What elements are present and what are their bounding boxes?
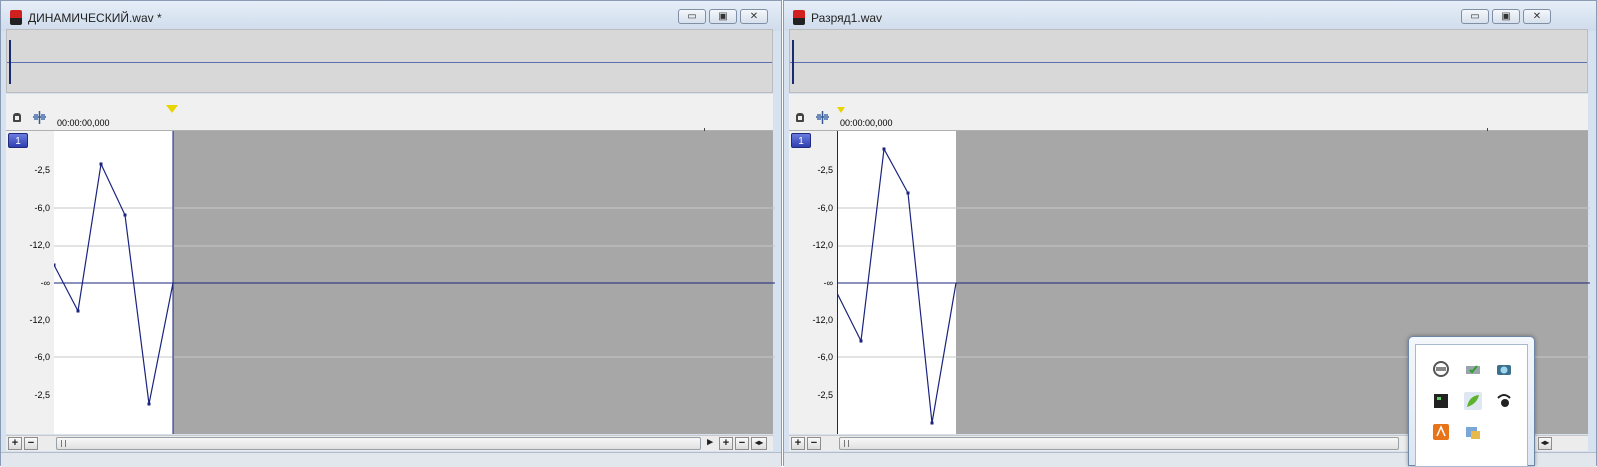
time-start-label: 00:00:00,000: [840, 118, 893, 128]
tray-overflow-popup: [1408, 336, 1535, 467]
channel-number-badge[interactable]: 1: [791, 133, 811, 148]
zoom-fit-button[interactable]: ◂▸: [751, 437, 767, 450]
scroll-thumb[interactable]: [839, 437, 1399, 450]
waveform-area[interactable]: [54, 131, 775, 434]
channel-track: 1 -2,5 -6,0 -12,0 -∞ -12,0 -6,0 -2,5: [6, 131, 775, 434]
audio-window-1: ДИНАМИЧЕСКИЙ.wav * ▭ ▣ ✕ 00:00:00,000 1 …: [0, 0, 782, 467]
scroll-thumb[interactable]: [56, 437, 701, 450]
title-bar[interactable]: ДИНАМИЧЕСКИЙ.wav * ▭ ▣ ✕: [1, 1, 781, 31]
audio-file-icon: [793, 10, 805, 25]
overview-center-line: [7, 62, 772, 63]
network-folder-icon[interactable]: [1464, 423, 1482, 441]
overview-bar[interactable]: [789, 29, 1588, 93]
tray-icons-panel: [1415, 344, 1528, 467]
overview-cursor: [792, 40, 794, 84]
leaf-app-icon[interactable]: [1464, 392, 1482, 410]
db-label: -∞: [40, 278, 50, 288]
close-button[interactable]: ✕: [740, 9, 768, 24]
camera-icon[interactable]: [1495, 360, 1513, 378]
cloud-sync-icon[interactable]: [1432, 360, 1450, 378]
audio-file-icon: [10, 10, 22, 25]
zoom-in-button[interactable]: +: [8, 437, 22, 450]
db-label: -6,0: [34, 352, 50, 362]
title-bar[interactable]: Разряд1.wav ▭ ▣ ✕: [784, 1, 1596, 31]
monitor-icon[interactable]: [1432, 392, 1450, 410]
db-label: -12,0: [29, 315, 50, 325]
window-title: Разряд1.wav: [811, 11, 883, 25]
snap-icon[interactable]: [32, 110, 47, 125]
time-ruler[interactable]: 00:00:00,000: [6, 94, 773, 131]
db-label: -2,5: [34, 165, 50, 175]
zoom-fit-button[interactable]: ◂▸: [1538, 437, 1552, 450]
antenna-icon[interactable]: [1495, 392, 1513, 410]
status-bar: [1, 452, 781, 467]
maximize-button[interactable]: ▣: [709, 9, 737, 24]
scroll-grip: [61, 440, 66, 447]
db-label: -12,0: [29, 240, 50, 250]
time-start-label: 00:00:00,000: [57, 118, 110, 128]
lock-icon[interactable]: [13, 113, 21, 122]
zoom-out-vertical-button[interactable]: −: [735, 437, 749, 450]
db-label: -2,5: [817, 390, 833, 400]
overview-center-line: [790, 62, 1587, 63]
maximize-button[interactable]: ▣: [1492, 9, 1520, 24]
db-label: -2,5: [34, 390, 50, 400]
time-ruler[interactable]: 00:00:00,000: [789, 94, 1588, 131]
overview-cursor: [9, 40, 11, 84]
channel-number-badge[interactable]: 1: [8, 133, 28, 148]
db-label: -6,0: [817, 352, 833, 362]
window-title: ДИНАМИЧЕСКИЙ.wav *: [28, 11, 162, 25]
printer-check-icon[interactable]: [1464, 360, 1482, 378]
zoom-in-vertical-button[interactable]: +: [719, 437, 733, 450]
horizontal-scrollbar[interactable]: + − ▸ + − ◂▸: [6, 435, 773, 451]
db-label: -∞: [823, 278, 833, 288]
lock-icon[interactable]: [796, 113, 804, 122]
zoom-out-button[interactable]: −: [807, 437, 821, 450]
scroll-grip: [844, 440, 849, 447]
db-label: -2,5: [817, 165, 833, 175]
zoom-out-button[interactable]: −: [24, 437, 38, 450]
waveform-svg: [54, 131, 775, 434]
zoom-in-button[interactable]: +: [791, 437, 805, 450]
overview-bar[interactable]: [6, 29, 773, 93]
snap-icon[interactable]: [815, 110, 830, 125]
playhead-marker[interactable]: [837, 107, 845, 113]
db-label: -6,0: [817, 203, 833, 213]
scroll-right-button[interactable]: ▸: [703, 437, 717, 450]
orange-app-icon[interactable]: [1432, 423, 1450, 441]
db-label: -12,0: [812, 240, 833, 250]
playhead-marker[interactable]: [166, 105, 178, 113]
minimize-button[interactable]: ▭: [1461, 9, 1489, 24]
db-label: -6,0: [34, 203, 50, 213]
close-button[interactable]: ✕: [1523, 9, 1551, 24]
minimize-button[interactable]: ▭: [678, 9, 706, 24]
db-label: -12,0: [812, 315, 833, 325]
